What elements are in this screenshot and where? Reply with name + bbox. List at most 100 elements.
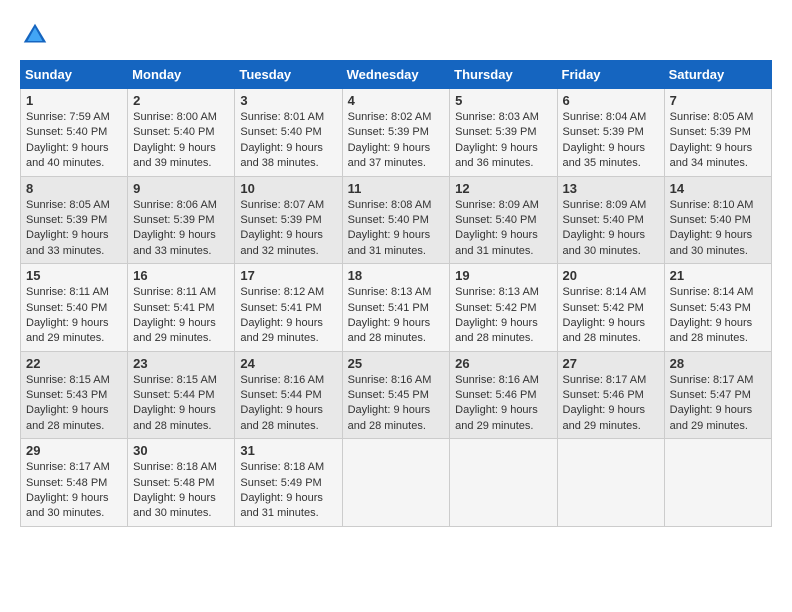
calendar-cell: 10 Sunrise: 8:07 AM Sunset: 5:39 PM Dayl… — [235, 176, 342, 264]
calendar-cell: 16 Sunrise: 8:11 AM Sunset: 5:41 PM Dayl… — [128, 264, 235, 352]
day-number: 28 — [670, 356, 766, 371]
calendar-cell: 25 Sunrise: 8:16 AM Sunset: 5:45 PM Dayl… — [342, 351, 450, 439]
calendar-cell: 17 Sunrise: 8:12 AM Sunset: 5:41 PM Dayl… — [235, 264, 342, 352]
cell-content: Sunrise: 8:04 AM Sunset: 5:39 PM Dayligh… — [563, 110, 659, 172]
calendar-cell: 19 Sunrise: 8:13 AM Sunset: 5:42 PM Dayl… — [450, 264, 557, 352]
calendar-cell: 30 Sunrise: 8:18 AM Sunset: 5:48 PM Dayl… — [128, 439, 235, 527]
cell-content: Sunrise: 8:13 AM Sunset: 5:41 PM Dayligh… — [348, 285, 445, 347]
day-number: 9 — [133, 181, 229, 196]
header — [20, 20, 772, 50]
calendar-cell: 22 Sunrise: 8:15 AM Sunset: 5:43 PM Dayl… — [21, 351, 128, 439]
calendar-cell: 31 Sunrise: 8:18 AM Sunset: 5:49 PM Dayl… — [235, 439, 342, 527]
cell-content: Sunrise: 8:03 AM Sunset: 5:39 PM Dayligh… — [455, 110, 551, 172]
calendar-cell: 2 Sunrise: 8:00 AM Sunset: 5:40 PM Dayli… — [128, 89, 235, 177]
cell-content: Sunrise: 8:05 AM Sunset: 5:39 PM Dayligh… — [26, 198, 122, 260]
logo-icon — [20, 20, 50, 50]
calendar-cell: 29 Sunrise: 8:17 AM Sunset: 5:48 PM Dayl… — [21, 439, 128, 527]
cell-content: Sunrise: 8:14 AM Sunset: 5:42 PM Dayligh… — [563, 285, 659, 347]
day-number: 15 — [26, 268, 122, 283]
day-number: 13 — [563, 181, 659, 196]
cell-content: Sunrise: 8:15 AM Sunset: 5:44 PM Dayligh… — [133, 373, 229, 435]
cell-content: Sunrise: 8:11 AM Sunset: 5:40 PM Dayligh… — [26, 285, 122, 347]
calendar-cell: 18 Sunrise: 8:13 AM Sunset: 5:41 PM Dayl… — [342, 264, 450, 352]
calendar-cell: 26 Sunrise: 8:16 AM Sunset: 5:46 PM Dayl… — [450, 351, 557, 439]
calendar-cell: 15 Sunrise: 8:11 AM Sunset: 5:40 PM Dayl… — [21, 264, 128, 352]
cell-content: Sunrise: 8:17 AM Sunset: 5:46 PM Dayligh… — [563, 373, 659, 435]
column-header-wednesday: Wednesday — [342, 61, 450, 89]
column-header-friday: Friday — [557, 61, 664, 89]
day-number: 31 — [240, 443, 336, 458]
cell-content: Sunrise: 8:16 AM Sunset: 5:46 PM Dayligh… — [455, 373, 551, 435]
calendar-cell: 3 Sunrise: 8:01 AM Sunset: 5:40 PM Dayli… — [235, 89, 342, 177]
calendar-cell: 5 Sunrise: 8:03 AM Sunset: 5:39 PM Dayli… — [450, 89, 557, 177]
cell-content: Sunrise: 8:06 AM Sunset: 5:39 PM Dayligh… — [133, 198, 229, 260]
cell-content: Sunrise: 8:05 AM Sunset: 5:39 PM Dayligh… — [670, 110, 766, 172]
calendar-table: SundayMondayTuesdayWednesdayThursdayFrid… — [20, 60, 772, 527]
day-number: 30 — [133, 443, 229, 458]
cell-content: Sunrise: 8:17 AM Sunset: 5:48 PM Dayligh… — [26, 460, 122, 522]
day-number: 8 — [26, 181, 122, 196]
calendar-cell — [342, 439, 450, 527]
day-number: 21 — [670, 268, 766, 283]
calendar-cell: 9 Sunrise: 8:06 AM Sunset: 5:39 PM Dayli… — [128, 176, 235, 264]
column-header-tuesday: Tuesday — [235, 61, 342, 89]
day-number: 17 — [240, 268, 336, 283]
cell-content: Sunrise: 8:18 AM Sunset: 5:48 PM Dayligh… — [133, 460, 229, 522]
calendar-cell: 28 Sunrise: 8:17 AM Sunset: 5:47 PM Dayl… — [664, 351, 771, 439]
day-number: 7 — [670, 93, 766, 108]
cell-content: Sunrise: 8:16 AM Sunset: 5:44 PM Dayligh… — [240, 373, 336, 435]
cell-content: Sunrise: 8:11 AM Sunset: 5:41 PM Dayligh… — [133, 285, 229, 347]
calendar-week-row: 29 Sunrise: 8:17 AM Sunset: 5:48 PM Dayl… — [21, 439, 772, 527]
day-number: 10 — [240, 181, 336, 196]
cell-content: Sunrise: 8:12 AM Sunset: 5:41 PM Dayligh… — [240, 285, 336, 347]
calendar-cell: 11 Sunrise: 8:08 AM Sunset: 5:40 PM Dayl… — [342, 176, 450, 264]
day-number: 5 — [455, 93, 551, 108]
calendar-cell: 4 Sunrise: 8:02 AM Sunset: 5:39 PM Dayli… — [342, 89, 450, 177]
day-number: 2 — [133, 93, 229, 108]
day-number: 22 — [26, 356, 122, 371]
calendar-cell: 27 Sunrise: 8:17 AM Sunset: 5:46 PM Dayl… — [557, 351, 664, 439]
calendar-header-row: SundayMondayTuesdayWednesdayThursdayFrid… — [21, 61, 772, 89]
day-number: 1 — [26, 93, 122, 108]
calendar-cell — [664, 439, 771, 527]
cell-content: Sunrise: 8:14 AM Sunset: 5:43 PM Dayligh… — [670, 285, 766, 347]
calendar-cell — [450, 439, 557, 527]
logo — [20, 20, 54, 50]
calendar-cell: 24 Sunrise: 8:16 AM Sunset: 5:44 PM Dayl… — [235, 351, 342, 439]
cell-content: Sunrise: 8:15 AM Sunset: 5:43 PM Dayligh… — [26, 373, 122, 435]
day-number: 18 — [348, 268, 445, 283]
cell-content: Sunrise: 8:07 AM Sunset: 5:39 PM Dayligh… — [240, 198, 336, 260]
cell-content: Sunrise: 8:01 AM Sunset: 5:40 PM Dayligh… — [240, 110, 336, 172]
day-number: 16 — [133, 268, 229, 283]
column-header-monday: Monday — [128, 61, 235, 89]
calendar-cell: 14 Sunrise: 8:10 AM Sunset: 5:40 PM Dayl… — [664, 176, 771, 264]
day-number: 6 — [563, 93, 659, 108]
day-number: 29 — [26, 443, 122, 458]
cell-content: Sunrise: 8:13 AM Sunset: 5:42 PM Dayligh… — [455, 285, 551, 347]
calendar-week-row: 22 Sunrise: 8:15 AM Sunset: 5:43 PM Dayl… — [21, 351, 772, 439]
day-number: 4 — [348, 93, 445, 108]
day-number: 26 — [455, 356, 551, 371]
cell-content: Sunrise: 7:59 AM Sunset: 5:40 PM Dayligh… — [26, 110, 122, 172]
day-number: 19 — [455, 268, 551, 283]
cell-content: Sunrise: 8:09 AM Sunset: 5:40 PM Dayligh… — [563, 198, 659, 260]
day-number: 12 — [455, 181, 551, 196]
calendar-cell: 6 Sunrise: 8:04 AM Sunset: 5:39 PM Dayli… — [557, 89, 664, 177]
day-number: 11 — [348, 181, 445, 196]
calendar-cell: 20 Sunrise: 8:14 AM Sunset: 5:42 PM Dayl… — [557, 264, 664, 352]
day-number: 14 — [670, 181, 766, 196]
calendar-week-row: 1 Sunrise: 7:59 AM Sunset: 5:40 PM Dayli… — [21, 89, 772, 177]
calendar-cell: 1 Sunrise: 7:59 AM Sunset: 5:40 PM Dayli… — [21, 89, 128, 177]
cell-content: Sunrise: 8:08 AM Sunset: 5:40 PM Dayligh… — [348, 198, 445, 260]
calendar-cell: 21 Sunrise: 8:14 AM Sunset: 5:43 PM Dayl… — [664, 264, 771, 352]
calendar-cell: 23 Sunrise: 8:15 AM Sunset: 5:44 PM Dayl… — [128, 351, 235, 439]
calendar-week-row: 15 Sunrise: 8:11 AM Sunset: 5:40 PM Dayl… — [21, 264, 772, 352]
cell-content: Sunrise: 8:17 AM Sunset: 5:47 PM Dayligh… — [670, 373, 766, 435]
column-header-thursday: Thursday — [450, 61, 557, 89]
cell-content: Sunrise: 8:02 AM Sunset: 5:39 PM Dayligh… — [348, 110, 445, 172]
calendar-cell — [557, 439, 664, 527]
calendar-week-row: 8 Sunrise: 8:05 AM Sunset: 5:39 PM Dayli… — [21, 176, 772, 264]
day-number: 23 — [133, 356, 229, 371]
column-header-sunday: Sunday — [21, 61, 128, 89]
cell-content: Sunrise: 8:10 AM Sunset: 5:40 PM Dayligh… — [670, 198, 766, 260]
